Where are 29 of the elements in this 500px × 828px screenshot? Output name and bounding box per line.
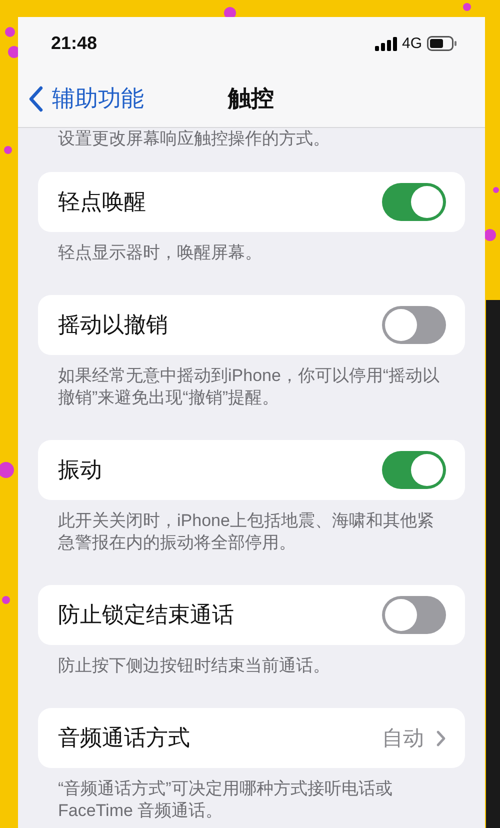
battery-icon bbox=[427, 36, 457, 51]
settings-row[interactable]: 振动 bbox=[38, 440, 465, 500]
settings-row[interactable]: 音频通话方式 自动 bbox=[38, 708, 465, 768]
page-title: 触控 bbox=[228, 84, 274, 113]
status-time: 21:48 bbox=[51, 33, 98, 54]
back-icon bbox=[28, 86, 44, 112]
row-description: 轻点显示器时，唤醒屏幕。 bbox=[58, 242, 263, 264]
row-label: 音频通话方式 bbox=[58, 724, 190, 752]
section-description: 设置更改屏幕响应触控操作的方式。 bbox=[57, 128, 331, 150]
network-label: 4G bbox=[402, 35, 422, 52]
row-description: 防止按下侧边按钮时结束当前通话。 bbox=[58, 655, 331, 677]
settings-row[interactable]: 摇动以撤销 bbox=[38, 295, 465, 355]
row-label: 摇动以撤销 bbox=[58, 311, 168, 339]
row-value: 自动 bbox=[382, 726, 424, 752]
toggle-switch[interactable] bbox=[382, 306, 446, 344]
toggle-switch[interactable] bbox=[382, 596, 446, 634]
chevron-icon bbox=[436, 730, 446, 746]
settings-row[interactable]: 轻点唤醒 bbox=[38, 172, 465, 232]
row-label: 振动 bbox=[58, 456, 102, 484]
row-label: 轻点唤醒 bbox=[58, 188, 146, 216]
row-description: 如果经常无意中摇动到iPhone，你可以停用“摇动以撤销”来避免出现“撤销”提醒。 bbox=[58, 365, 441, 409]
toggle-switch[interactable] bbox=[382, 451, 446, 489]
toggle-switch[interactable] bbox=[382, 183, 446, 221]
back-button[interactable]: 辅助功能 bbox=[28, 83, 144, 114]
row-description: 此开关关闭时，iPhone上包括地震、海啸和其他紧急警报在内的振动将全部停用。 bbox=[58, 510, 435, 554]
row-description: “音频通话方式”可决定用哪种方式接听电话或FaceTime 音频通话。 bbox=[58, 778, 394, 822]
signal-icon bbox=[374, 36, 397, 50]
settings-row[interactable]: 防止锁定结束通话 bbox=[38, 585, 465, 645]
row-label: 防止锁定结束通话 bbox=[58, 601, 234, 629]
